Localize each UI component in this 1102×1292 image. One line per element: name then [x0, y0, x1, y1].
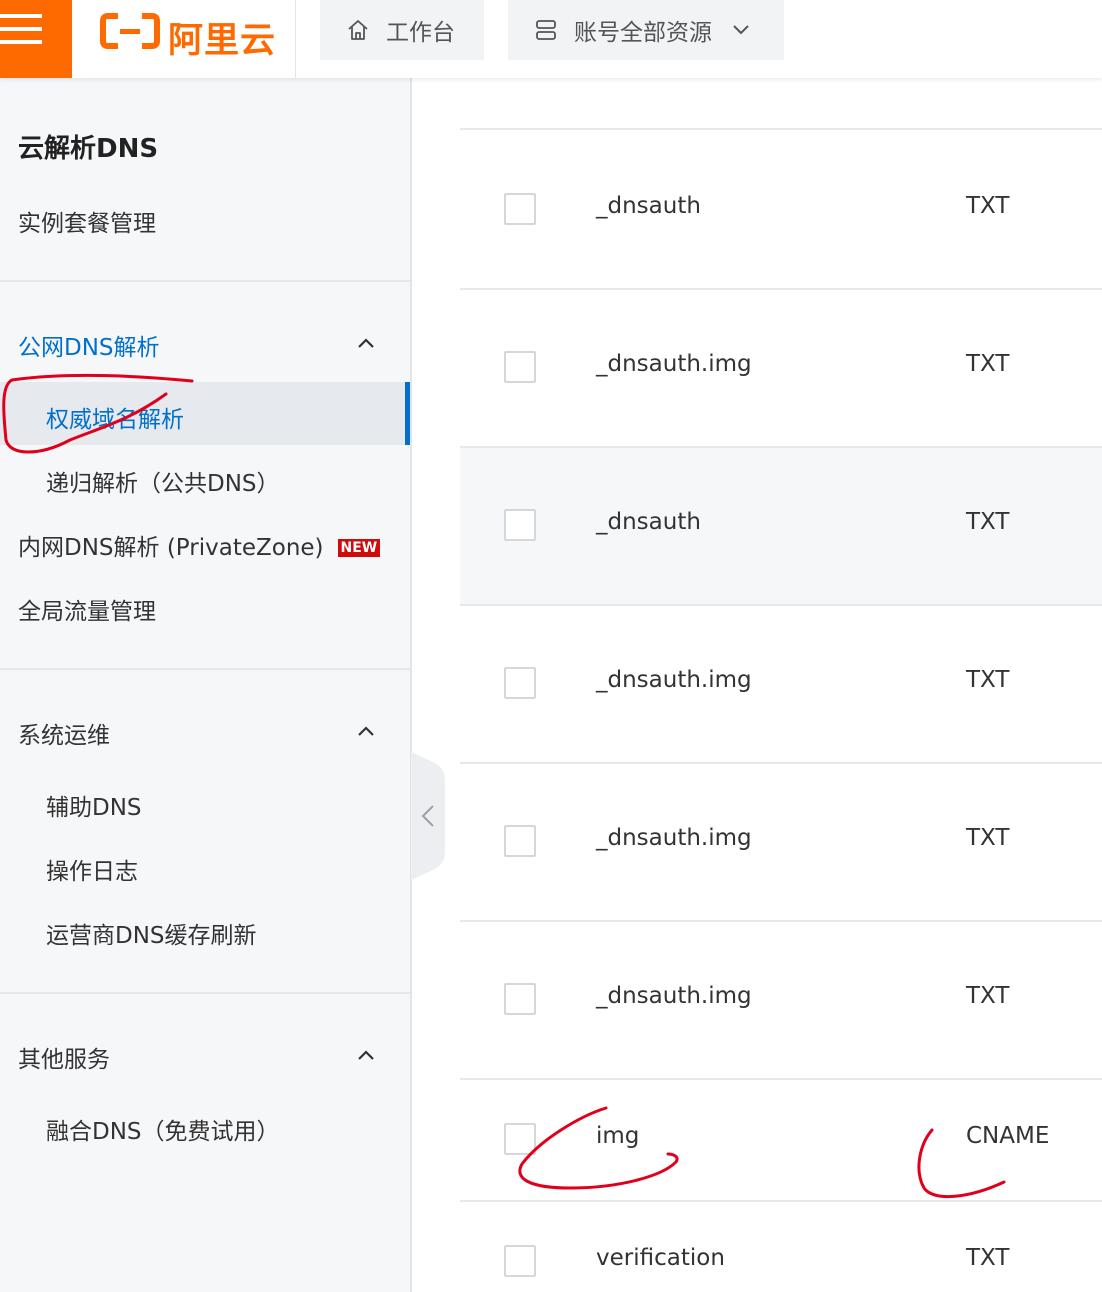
row-divider	[460, 920, 1102, 922]
record-checkbox[interactable]	[504, 983, 536, 1015]
record-type: TXT	[966, 667, 1010, 693]
sidebar-item-fusion-dns[interactable]: 融合DNS（免费试用）	[46, 1112, 280, 1146]
workbench-button[interactable]: 工作台	[320, 0, 484, 60]
record-type: TXT	[966, 1245, 1010, 1271]
sidebar-divider	[410, 78, 412, 1292]
sidebar-item-cache-refresh[interactable]: 运营商DNS缓存刷新	[46, 916, 257, 950]
record-type: TXT	[966, 983, 1010, 1009]
sidebar-divider-line	[0, 280, 410, 282]
record-checkbox[interactable]	[504, 193, 536, 225]
sidebar-divider-line	[0, 992, 410, 994]
sidebar-item-authoritative-dns[interactable]: 权威域名解析	[46, 400, 184, 434]
workbench-label: 工作台	[386, 20, 455, 46]
resources-label: 账号全部资源	[574, 20, 712, 46]
record-type: TXT	[966, 193, 1010, 219]
row-divider	[460, 1200, 1102, 1202]
brand-name: 阿里云	[168, 21, 277, 61]
sidebar-item-private-zone[interactable]: 内网DNS解析 (PrivateZone) NEW	[18, 528, 381, 562]
sidebar-title: 云解析DNS	[18, 134, 159, 164]
sidebar	[0, 78, 410, 1292]
menu-icon-line	[0, 40, 42, 44]
row-divider	[460, 1078, 1102, 1080]
new-badge: NEW	[337, 539, 381, 557]
aliyun-logo[interactable]: 阿里云	[72, 0, 296, 78]
record-host: _dnsauth.img	[596, 667, 752, 693]
home-icon	[348, 20, 368, 40]
chevron-up-icon[interactable]	[356, 725, 376, 737]
chevron-up-icon[interactable]	[356, 337, 376, 349]
record-host: verification	[596, 1245, 725, 1271]
sidebar-item-operation-log[interactable]: 操作日志	[46, 852, 138, 886]
sidebar-divider-line	[0, 668, 410, 670]
record-checkbox[interactable]	[504, 1245, 536, 1277]
record-checkbox[interactable]	[504, 509, 536, 541]
server-stack-icon	[536, 20, 556, 40]
record-type: CNAME	[966, 1123, 1050, 1149]
sidebar-item-global-traffic[interactable]: 全局流量管理	[18, 592, 156, 626]
sidebar-group-public-dns[interactable]: 公网DNS解析	[18, 328, 160, 362]
record-checkbox[interactable]	[504, 1123, 536, 1155]
chevron-down-icon	[733, 25, 749, 35]
record-type: TXT	[966, 825, 1010, 851]
menu-icon-line	[0, 27, 42, 31]
chevron-up-icon[interactable]	[356, 1049, 376, 1061]
record-host: img	[596, 1123, 640, 1149]
sidebar-group-ops[interactable]: 系统运维	[18, 716, 110, 750]
record-checkbox[interactable]	[504, 825, 536, 857]
private-zone-label: 内网DNS解析 (PrivateZone)	[18, 535, 324, 561]
sidebar-item-instance-management[interactable]: 实例套餐管理	[18, 204, 156, 238]
record-type: TXT	[966, 509, 1010, 535]
sidebar-group-other[interactable]: 其他服务	[18, 1040, 110, 1074]
row-divider	[460, 604, 1102, 606]
record-host: _dnsauth.img	[596, 351, 752, 377]
top-bar: 阿里云 工作台 账号全部资源	[0, 0, 1102, 78]
record-type: TXT	[966, 351, 1010, 377]
record-host: _dnsauth	[596, 193, 701, 219]
menu-icon	[0, 14, 42, 18]
row-divider	[460, 288, 1102, 290]
record-host: _dnsauth.img	[596, 825, 752, 851]
row-divider	[460, 128, 1102, 130]
hamburger-menu-button[interactable]	[0, 0, 72, 78]
aliyun-logo-icon	[100, 13, 160, 49]
sidebar-item-recursive-dns[interactable]: 递归解析（公共DNS）	[46, 464, 280, 498]
record-host: _dnsauth	[596, 509, 701, 535]
collapse-sidebar-button[interactable]	[411, 752, 445, 880]
row-divider	[460, 446, 1102, 448]
record-checkbox[interactable]	[504, 667, 536, 699]
sidebar-item-secondary-dns[interactable]: 辅助DNS	[46, 788, 142, 822]
row-divider	[460, 762, 1102, 764]
record-host: _dnsauth.img	[596, 983, 752, 1009]
active-indicator	[405, 382, 410, 445]
resources-dropdown[interactable]: 账号全部资源	[508, 0, 784, 60]
record-checkbox[interactable]	[504, 351, 536, 383]
